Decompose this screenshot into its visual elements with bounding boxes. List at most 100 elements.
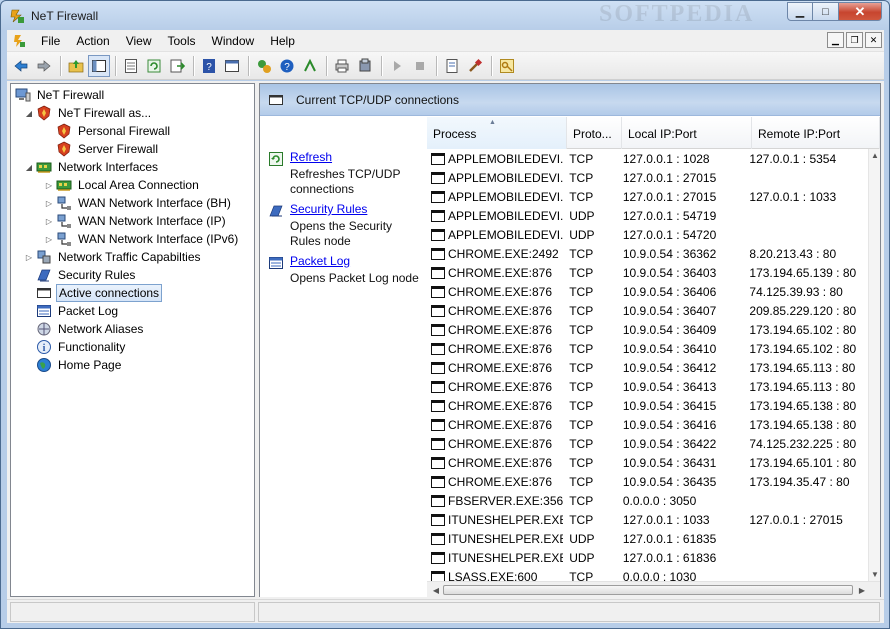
- tree-item[interactable]: ▷ WAN Network Interface (IPv6): [44, 230, 240, 248]
- table-row[interactable]: CHROME.EXE:876 TCP 10.9.0.54 : 36409 173.19…: [427, 320, 868, 339]
- table-row[interactable]: CHROME.EXE:876 TCP 10.9.0.54 : 36403 173.19…: [427, 263, 868, 282]
- table-row[interactable]: CHROME.EXE:876 TCP 10.9.0.54 : 36407 209.85…: [427, 301, 868, 320]
- menu-action[interactable]: Action: [68, 30, 117, 52]
- column-process[interactable]: ▲ Process: [427, 117, 567, 149]
- collapse-arrow-icon[interactable]: ◢: [24, 109, 34, 118]
- table-row[interactable]: CHROME.EXE:2492 TCP 10.9.0.54 : 36362 8.20.…: [427, 244, 868, 263]
- menu-tools[interactable]: Tools: [160, 30, 204, 52]
- menu-help[interactable]: Help: [262, 30, 303, 52]
- expand-arrow-icon[interactable]: ▷: [44, 235, 54, 244]
- key-button[interactable]: [496, 55, 518, 77]
- tree-item[interactable]: ▷ Network Traffic Capabilties: [24, 248, 203, 266]
- column-remote-ip[interactable]: Remote IP:Port: [752, 117, 880, 149]
- expand-arrow-icon[interactable]: ▷: [44, 181, 54, 190]
- table-row[interactable]: CHROME.EXE:876 TCP 10.9.0.54 : 36435 173.19…: [427, 472, 868, 491]
- document-icon[interactable]: [11, 33, 27, 49]
- table-row[interactable]: APPLEMOBILEDEVI... UDP 127.0.0.1 : 54720: [427, 225, 868, 244]
- show-tree-button[interactable]: [88, 54, 110, 77]
- tree-item[interactable]: Personal Firewall: [44, 122, 172, 140]
- table-row[interactable]: CHROME.EXE:876 TCP 10.9.0.54 : 36431 173.19…: [427, 453, 868, 472]
- refresh-button[interactable]: [143, 55, 165, 77]
- table-row[interactable]: CHROME.EXE:876 TCP 10.9.0.54 : 36410 173.19…: [427, 339, 868, 358]
- table-row[interactable]: APPLEMOBILEDEVI... TCP 127.0.0.1 : 1028 127…: [427, 149, 868, 168]
- table-row[interactable]: LSASS.EXE:600 TCP 0.0.0.0 : 1030: [427, 567, 868, 581]
- application-window-icon: [431, 209, 445, 222]
- horizontal-scrollbar[interactable]: ◀ ▶: [427, 581, 880, 597]
- tree-item[interactable]: Network Aliases: [24, 320, 145, 338]
- tree-item[interactable]: ▷ Local Area Connection: [44, 176, 201, 194]
- console-button[interactable]: [221, 55, 243, 77]
- tree-item[interactable]: ◢ Network Interfaces: [24, 158, 160, 176]
- table-row[interactable]: CHROME.EXE:876 TCP 10.9.0.54 : 36412 173.19…: [427, 358, 868, 377]
- table-row[interactable]: CHROME.EXE:876 TCP 10.9.0.54 : 36422 74.125…: [427, 434, 868, 453]
- properties-button[interactable]: [120, 55, 142, 77]
- minimize-button[interactable]: ▁: [787, 2, 813, 21]
- packet-log-link[interactable]: Packet Log: [290, 254, 350, 269]
- maximize-button[interactable]: □: [813, 2, 839, 21]
- scroll-up-icon[interactable]: ▲: [870, 151, 880, 160]
- refresh-link[interactable]: Refresh: [290, 150, 332, 165]
- column-protocol[interactable]: Proto...: [567, 117, 622, 149]
- table-row[interactable]: CHROME.EXE:876 TCP 10.9.0.54 : 36406 74.125…: [427, 282, 868, 301]
- mdi-minimize-button[interactable]: ▁: [827, 32, 844, 48]
- menu-view[interactable]: View: [118, 30, 160, 52]
- tree-item[interactable]: NeT Firewall: [15, 86, 106, 104]
- scroll-right-icon[interactable]: ▶: [855, 584, 869, 596]
- table-row[interactable]: CHROME.EXE:876 TCP 10.9.0.54 : 36413 173.19…: [427, 377, 868, 396]
- table-row[interactable]: CHROME.EXE:876 TCP 10.9.0.54 : 36416 173.19…: [427, 415, 868, 434]
- tree-item-label: Functionality: [58, 340, 126, 354]
- tree-item[interactable]: ▷ WAN Network Interface (BH): [44, 194, 233, 212]
- tree-item[interactable]: Packet Log: [24, 302, 120, 320]
- print-button[interactable]: [331, 55, 353, 77]
- up-folder-button[interactable]: [65, 55, 87, 77]
- settings-button[interactable]: [354, 55, 376, 77]
- connect-button[interactable]: [299, 55, 321, 77]
- log-button[interactable]: [441, 55, 463, 77]
- tree-item[interactable]: Security Rules: [24, 266, 137, 284]
- scroll-left-icon[interactable]: ◀: [429, 584, 443, 596]
- expand-arrow-icon[interactable]: ▷: [44, 217, 54, 226]
- table-row[interactable]: ITUNESHELPER.EXE:... UDP 127.0.0.1 : 61836: [427, 548, 868, 567]
- collapse-arrow-icon[interactable]: ◢: [24, 163, 34, 172]
- rules-button[interactable]: [253, 55, 275, 77]
- tools-button[interactable]: [464, 55, 486, 77]
- security-rules-link[interactable]: Security Rules: [290, 202, 367, 217]
- stop-button[interactable]: [409, 55, 431, 77]
- tree-item[interactable]: Active connections: [24, 284, 163, 302]
- close-button[interactable]: ✕: [839, 2, 882, 21]
- title-bar[interactable]: NeT Firewall ▁ □ ✕: [1, 1, 889, 30]
- tree-item[interactable]: Home Page: [24, 356, 123, 374]
- table-row[interactable]: ITUNESHELPER.EXE:... TCP 127.0.0.1 : 1033 1…: [427, 510, 868, 529]
- mdi-close-button[interactable]: ✕: [865, 32, 882, 48]
- help-button[interactable]: ?: [198, 55, 220, 77]
- navigation-tree[interactable]: NeT Firewall ◢ NeT Firewall as... Personal …: [10, 83, 255, 597]
- protocol-cell: TCP: [569, 151, 594, 166]
- table-row[interactable]: FBSERVER.EXE:3568 TCP 0.0.0.0 : 3050: [427, 491, 868, 510]
- column-local-ip[interactable]: Local IP:Port: [622, 117, 752, 149]
- table-row[interactable]: CHROME.EXE:876 TCP 10.9.0.54 : 36415 173.19…: [427, 396, 868, 415]
- horizontal-scroll-thumb[interactable]: [443, 585, 853, 595]
- menu-file[interactable]: File: [33, 30, 68, 52]
- play-button[interactable]: [386, 55, 408, 77]
- back-button[interactable]: [10, 55, 32, 77]
- connections-list[interactable]: ▲ Process Proto... Local IP:Port Remote …: [427, 117, 880, 597]
- vertical-scrollbar[interactable]: ▲ ▼: [868, 149, 880, 581]
- table-row[interactable]: APPLEMOBILEDEVI... TCP 127.0.0.1 : 27015 12…: [427, 187, 868, 206]
- mdi-restore-button[interactable]: ❐: [846, 32, 863, 48]
- table-row[interactable]: APPLEMOBILEDEVI... TCP 127.0.0.1 : 27015: [427, 168, 868, 187]
- tree-item[interactable]: Server Firewall: [44, 140, 160, 158]
- expand-arrow-icon[interactable]: ▷: [24, 253, 34, 262]
- table-row[interactable]: APPLEMOBILEDEVI... UDP 127.0.0.1 : 54719: [427, 206, 868, 225]
- export-button[interactable]: [166, 55, 188, 77]
- tree-item[interactable]: ◢ NeT Firewall as...: [24, 104, 153, 122]
- table-row[interactable]: ITUNESHELPER.EXE:... UDP 127.0.0.1 : 61835: [427, 529, 868, 548]
- protocol-cell: TCP: [569, 417, 594, 432]
- menu-window[interactable]: Window: [204, 30, 263, 52]
- tree-item[interactable]: i Functionality: [24, 338, 127, 356]
- expand-arrow-icon[interactable]: ▷: [44, 199, 54, 208]
- firewall-app-icon[interactable]: [9, 8, 25, 24]
- tree-item[interactable]: ▷ WAN Network Interface (IP): [44, 212, 228, 230]
- info-button[interactable]: ?: [276, 55, 298, 77]
- forward-button[interactable]: [33, 55, 55, 77]
- scroll-down-icon[interactable]: ▼: [870, 570, 880, 579]
